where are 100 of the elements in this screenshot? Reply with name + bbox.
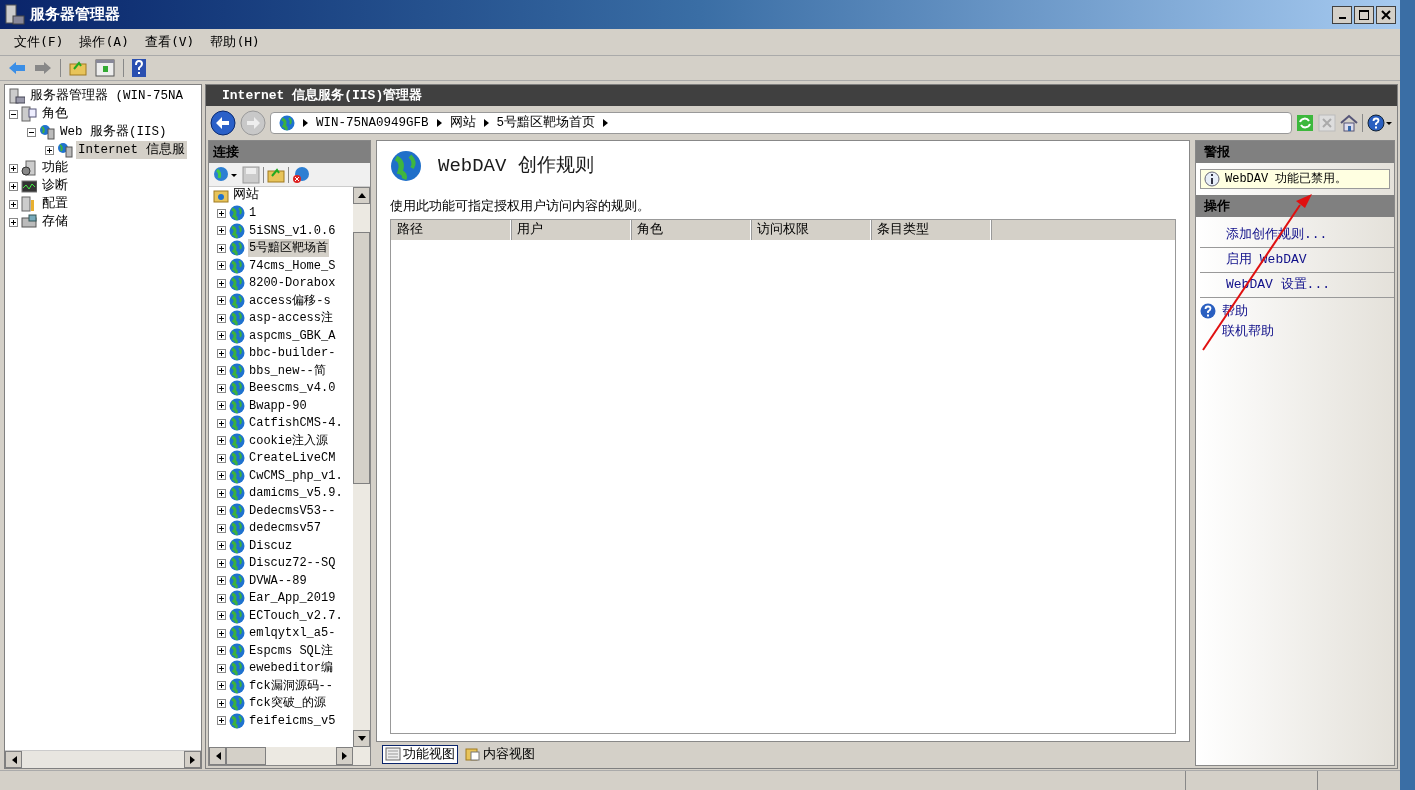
expand-toggle[interactable] [217,488,226,498]
menu-item[interactable]: 操作(A) [73,30,135,54]
site-item[interactable]: Discuz72--SQ [248,554,337,573]
site-item[interactable]: fck突破_的源 [248,694,327,713]
help-icon[interactable] [1367,114,1393,132]
collapse-toggle[interactable] [9,109,18,119]
disconnect-icon[interactable] [292,165,310,184]
site-item[interactable]: ewebeditor编 [248,659,334,678]
scroll-thumb[interactable] [226,747,266,765]
expand-toggle[interactable] [217,383,226,393]
refresh-icon[interactable] [1296,114,1314,132]
site-item[interactable]: ECTouch_v2.7. [248,606,344,625]
expand-toggle[interactable] [9,181,18,191]
expand-toggle[interactable] [217,436,226,446]
site-item[interactable]: DVWA--89 [248,571,308,590]
site-item[interactable]: dedecmsv57 [248,519,322,538]
column-header[interactable]: 条目类型 [871,219,991,240]
expand-toggle[interactable] [217,558,226,568]
tree-item[interactable]: Web 服务器(IIS) [58,122,169,142]
site-item[interactable]: 8200-Dorabox [248,274,337,293]
site-item[interactable]: CwCMS_php_v1. [248,466,344,485]
expand-toggle[interactable] [217,471,226,481]
expand-toggle[interactable] [217,628,226,638]
menu-item[interactable]: 查看(V) [138,30,201,54]
site-item[interactable]: 5iSNS_v1.0.6 [248,221,337,240]
expand-toggle[interactable] [9,163,18,173]
scroll-right-button[interactable] [336,747,353,765]
tree-item[interactable]: 诊断 [40,176,70,196]
expand-toggle[interactable] [217,646,226,656]
close-button[interactable] [1376,5,1396,24]
site-item[interactable]: feifeicms_v5 [248,711,337,730]
site-item[interactable]: CreateLiveCM [248,449,337,468]
expand-toggle[interactable] [217,663,226,673]
expand-toggle[interactable] [217,296,226,306]
tree-item[interactable]: 角色 [40,104,70,124]
breadcrumb-item[interactable]: 网站 [449,113,476,133]
menu-item[interactable]: 文件(F) [8,30,70,54]
up-folder-icon[interactable] [267,166,285,183]
view-tab[interactable]: 内容视图 [462,744,538,764]
site-item[interactable]: Espcms SQL注 [248,641,334,660]
column-header[interactable]: 访问权限 [751,219,871,240]
expand-toggle[interactable] [217,541,226,551]
expand-toggle[interactable] [9,217,18,227]
expand-toggle[interactable] [217,593,226,603]
expand-toggle[interactable] [217,453,226,463]
site-item[interactable]: cookie注入源 [248,431,330,450]
help-icon[interactable] [132,59,146,77]
expand-toggle[interactable] [217,331,226,341]
column-header[interactable]: 路径 [391,219,511,240]
scroll-left-button[interactable] [209,747,226,765]
scroll-left-button[interactable] [5,751,22,768]
site-item[interactable]: asp-access注 [248,309,334,328]
expand-toggle[interactable] [217,611,226,621]
breadcrumb-item[interactable]: WIN-75NA0949GFB [316,113,429,133]
action-link[interactable]: 联机帮助 [1222,321,1274,341]
expand-toggle[interactable] [217,226,226,236]
home-icon[interactable] [1340,114,1358,132]
scroll-thumb[interactable] [353,232,370,484]
site-item[interactable]: damicms_v5.9. [248,484,344,503]
site-item[interactable]: CatfishCMS-4. [248,414,344,433]
tree-item[interactable]: 存储 [40,212,70,232]
expand-toggle[interactable] [217,208,226,218]
minimize-button[interactable] [1332,5,1352,24]
expand-toggle[interactable] [217,243,226,253]
console-tree-icon[interactable] [95,59,115,77]
site-item[interactable]: Beescms_v4.0 [248,379,337,398]
column-header[interactable]: 角色 [631,219,751,240]
expand-toggle[interactable] [217,698,226,708]
collapse-toggle[interactable] [27,127,36,137]
tree-item[interactable]: 配置 [40,194,70,214]
tree-item[interactable]: 网站 [233,187,259,206]
site-item[interactable]: 74cms_Home_S [248,256,337,275]
expand-toggle[interactable] [9,199,18,209]
site-item[interactable]: Discuz [248,536,294,555]
connect-globe-icon[interactable] [213,165,239,184]
site-item[interactable]: bbs_new--简 [248,361,327,380]
back-button[interactable] [210,110,236,136]
site-item[interactable]: Bwapp-90 [248,396,308,415]
view-tab[interactable]: 功能视图 [382,744,458,764]
expand-toggle[interactable] [217,506,226,516]
expand-toggle[interactable] [217,278,226,288]
breadcrumb-item[interactable]: 5号黯区靶场首页 [496,113,596,133]
expand-toggle[interactable] [217,716,226,726]
site-item[interactable]: access偏移-s [248,291,332,310]
maximize-button[interactable] [1354,5,1374,24]
scroll-up-button[interactable] [353,187,370,204]
tree-item[interactable]: Internet 信息服 [76,140,187,160]
site-item[interactable]: DedecmsV53-- [248,501,337,520]
column-header[interactable]: 用户 [511,219,631,240]
site-item[interactable]: 5号黯区靶场首 [248,239,330,258]
menu-item[interactable]: 帮助(H) [204,30,266,54]
expand-toggle[interactable] [217,418,226,428]
expand-toggle[interactable] [217,348,226,358]
expand-toggle[interactable] [217,576,226,586]
expand-toggle[interactable] [217,313,226,323]
tree-item[interactable]: 功能 [40,158,70,178]
address-bar[interactable]: WIN-75NA0949GFB 网站 5号黯区靶场首页 [270,112,1292,134]
site-item[interactable]: emlqytxl_a5- [248,624,337,643]
scroll-right-button[interactable] [184,751,201,768]
expand-toggle[interactable] [217,681,226,691]
